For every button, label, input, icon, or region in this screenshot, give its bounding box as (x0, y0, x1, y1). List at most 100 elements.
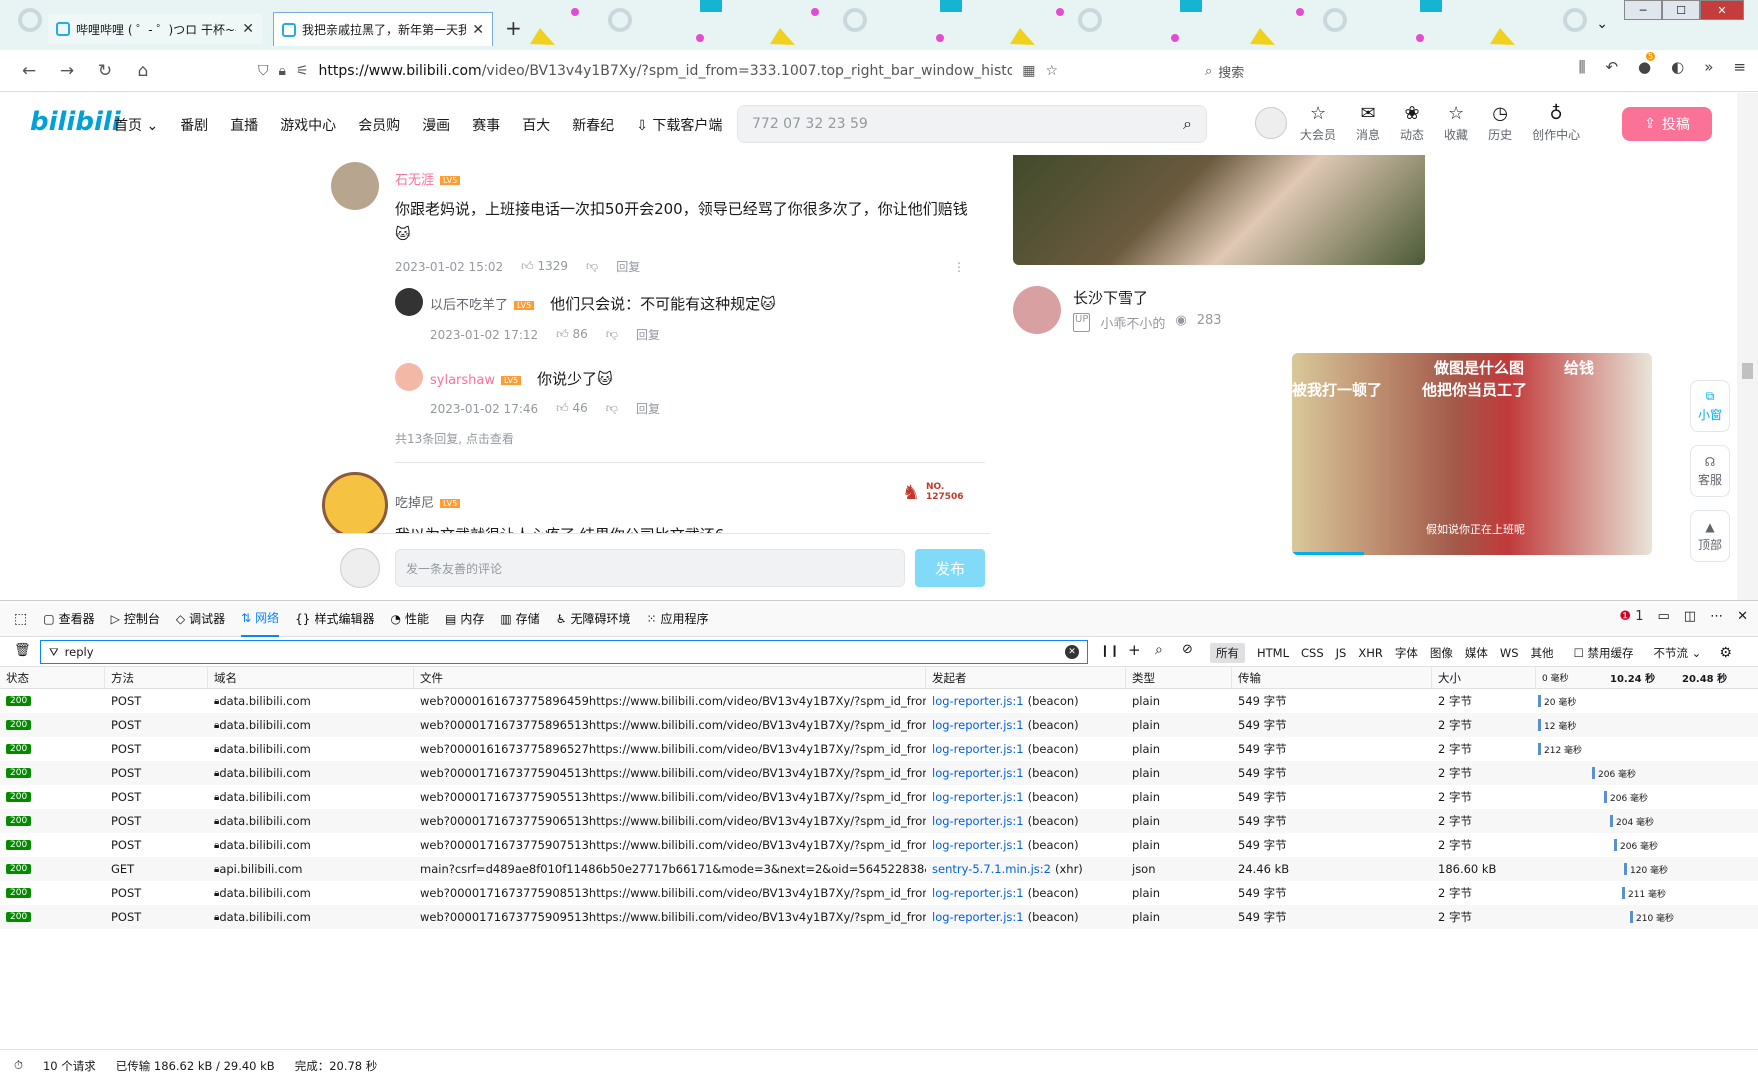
messages-button[interactable]: ✉ 消息 (1356, 103, 1380, 143)
comment-input[interactable]: 发一条友善的评论 (395, 549, 905, 587)
initiator-link[interactable]: log-reporter.js:1 (932, 718, 1024, 732)
send-comment-button[interactable]: 发布 (915, 549, 985, 587)
video-thumbnail[interactable] (1013, 155, 1425, 265)
filter-all[interactable]: 所有 (1210, 643, 1245, 663)
undo-icon[interactable]: ↶ (1605, 58, 1618, 76)
block-icon[interactable]: ⊘ (1182, 642, 1193, 657)
view-more-replies[interactable]: 共13条回复, 点击查看 (395, 430, 514, 447)
tab-list-chevron-icon[interactable]: ⌄ (1596, 16, 1608, 32)
filter-ws[interactable]: WS (1500, 646, 1519, 660)
filter-media[interactable]: 媒体 (1465, 645, 1488, 661)
support-button[interactable]: ☊ 客服 (1690, 445, 1730, 497)
table-row[interactable]: 200 POST 🔒︎ data.bilibili.com web?000017167… (0, 881, 1758, 905)
more-options-icon[interactable]: ⋯ (1710, 609, 1723, 624)
dislike-icon[interactable]: 👎︎ (586, 259, 598, 274)
qr-code-icon[interactable]: ▦ (1022, 63, 1035, 79)
initiator-link[interactable]: log-reporter.js:1 (932, 814, 1024, 828)
element-picker-icon[interactable]: ⬚ (14, 611, 27, 627)
col-waterfall[interactable]: 0 毫秒 10.24 秒 20.48 秒 (1536, 667, 1758, 688)
table-row[interactable]: 200 POST 🔒︎ data.bilibili.com web?000017167… (0, 713, 1758, 737)
filter-css[interactable]: CSS (1301, 646, 1324, 660)
address-bar[interactable]: ⛉ 🔒︎ ⚟ https://www.bilibili.com/video/BV… (258, 58, 1058, 84)
minimize-button[interactable]: ─ (1624, 0, 1662, 20)
table-row[interactable]: 200 POST 🔒︎ data.bilibili.com web?000017167… (0, 809, 1758, 833)
creator-button[interactable]: ♁ 创作中心 (1532, 103, 1580, 143)
dock-icon[interactable]: ◫ (1684, 609, 1696, 624)
tab-bilibili-home[interactable]: 哔哩哔哩 ( ゜- ゜)つロ 干杯~-bili ✕ (48, 14, 262, 44)
col-file[interactable]: 文件 (414, 667, 926, 688)
video-title[interactable]: 长沙下雪了 (1073, 287, 1148, 308)
table-row[interactable]: 200 POST 🔒︎ data.bilibili.com web?000017167… (0, 761, 1758, 785)
like-button[interactable]: 👍︎ 1329 (521, 259, 568, 274)
avatar[interactable] (340, 548, 380, 588)
nav-game[interactable]: 游戏中心 (280, 115, 336, 135)
tab-storage[interactable]: ▥ 存储 (500, 601, 539, 637)
initiator-link[interactable]: log-reporter.js:1 (932, 838, 1024, 852)
filter-xhr[interactable]: XHR (1358, 646, 1383, 660)
error-count[interactable]: ❶ 1 (1619, 609, 1643, 624)
window-close-button[interactable]: ✕ (1700, 0, 1744, 20)
library-icon[interactable]: ⫼ (1579, 58, 1586, 76)
initiator-link[interactable]: log-reporter.js:1 (932, 886, 1024, 900)
add-icon[interactable]: + (1128, 641, 1141, 659)
reply-button[interactable]: 回复 (636, 400, 660, 417)
progress-bar[interactable] (1292, 552, 1364, 555)
home-icon[interactable]: ⌂ (124, 61, 162, 81)
page-scrollbar[interactable] (1737, 93, 1758, 600)
vip-button[interactable]: ☆ 大会员 (1300, 103, 1336, 143)
dislike-icon[interactable]: 👎︎ (606, 401, 618, 416)
permissions-icon[interactable]: ⚟ (296, 63, 309, 79)
maximize-button[interactable]: ☐ (1662, 0, 1700, 20)
table-row[interactable]: 200 GET 🔒︎ api.bilibili.com main?csrf=d489a… (0, 857, 1758, 881)
close-icon[interactable]: ✕ (1737, 609, 1748, 624)
col-status[interactable]: 状态 (0, 667, 105, 688)
nav-anime[interactable]: 番剧 (180, 115, 208, 135)
favorites-button[interactable]: ☆ 收藏 (1444, 103, 1468, 143)
close-icon[interactable]: ✕ (472, 22, 484, 38)
tab-memory[interactable]: ▤ 内存 (445, 601, 484, 637)
scrollbar-thumb[interactable] (1742, 363, 1753, 379)
disable-cache-checkbox[interactable]: ☐ 禁用缓存 (1574, 645, 1634, 661)
initiator-link[interactable]: log-reporter.js:1 (932, 766, 1024, 780)
back-icon[interactable]: ← (10, 61, 48, 81)
forward-icon[interactable]: → (48, 61, 86, 81)
filter-images[interactable]: 图像 (1430, 645, 1453, 661)
lock-icon[interactable]: 🔒︎ (279, 63, 286, 79)
col-size[interactable]: 大小 (1432, 667, 1536, 688)
extension2-icon[interactable]: ◐ (1671, 58, 1684, 76)
up-avatar[interactable] (1013, 286, 1061, 334)
table-row[interactable]: 200 POST 🔒︎ data.bilibili.com web?000017167… (0, 833, 1758, 857)
bilibili-search-input[interactable]: 772 07 32 23 59 ⌕ (737, 105, 1207, 143)
nav-manga[interactable]: 漫画 (422, 115, 450, 135)
table-row[interactable]: 200 POST 🔒︎ data.bilibili.com web?000016167… (0, 737, 1758, 761)
more-options-icon[interactable]: ⋮ (953, 260, 965, 274)
avatar[interactable] (395, 363, 423, 391)
up-name[interactable]: 小乖不小的 (1100, 313, 1165, 332)
nav-download[interactable]: ⇩ 下载客户端 (636, 115, 722, 135)
menu-icon[interactable]: ≡ (1733, 58, 1746, 76)
tab-accessibility[interactable]: ♿︎ 无障碍环境 (556, 601, 631, 637)
responsive-design-icon[interactable]: ▭ (1658, 609, 1670, 624)
nav-home[interactable]: 首页 ⌄ (114, 115, 158, 135)
col-method[interactable]: 方法 (105, 667, 208, 688)
reload-icon[interactable]: ↻ (86, 61, 124, 81)
bilibili-logo[interactable]: bilibili (30, 107, 121, 137)
upload-button[interactable]: ⇪ 投稿 (1622, 107, 1712, 141)
col-transferred[interactable]: 传输 (1232, 667, 1432, 688)
filter-html[interactable]: HTML (1257, 646, 1289, 660)
tab-application[interactable]: ⁙ 应用程序 (646, 601, 708, 637)
nav-shop[interactable]: 会员购 (358, 115, 400, 135)
tab-debugger[interactable]: ◇ 调试器 (176, 601, 225, 637)
tab-performance[interactable]: ◔ 性能 (390, 601, 429, 637)
initiator-link[interactable]: log-reporter.js:1 (932, 910, 1024, 924)
initiator-link[interactable]: log-reporter.js:1 (932, 694, 1024, 708)
filter-js[interactable]: JS (1336, 646, 1347, 660)
initiator-link[interactable]: sentry-5.7.1.min.js:2 (932, 862, 1051, 876)
user-avatar[interactable] (1255, 107, 1287, 139)
close-icon[interactable]: ✕ (242, 21, 254, 37)
reply-button[interactable]: 回复 (636, 326, 660, 343)
history-button[interactable]: ◷ 历史 (1488, 103, 1512, 143)
reply-username[interactable]: 以后不吃羊了 (430, 298, 508, 313)
col-type[interactable]: 类型 (1126, 667, 1232, 688)
tab-console[interactable]: ▷ 控制台 (111, 601, 160, 637)
